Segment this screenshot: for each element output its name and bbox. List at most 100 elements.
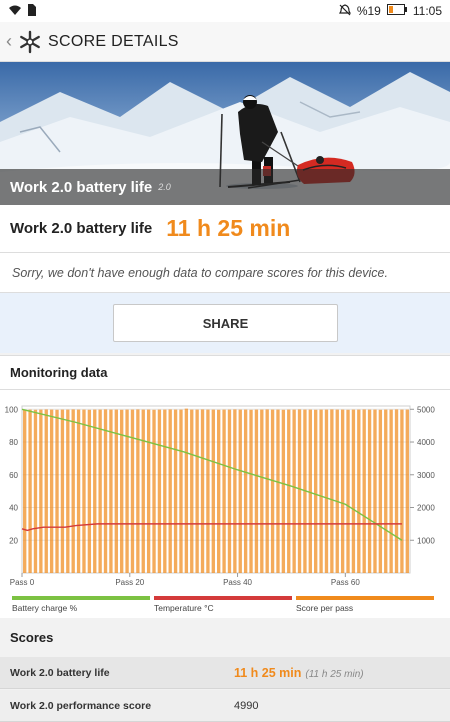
bar (389, 409, 393, 573)
bar (330, 409, 334, 573)
share-button[interactable]: SHARE (113, 304, 338, 342)
legend-label: Temperature °C (154, 603, 214, 613)
hero-caption: Work 2.0 battery life 2.0 (0, 169, 450, 205)
hero-title: Work 2.0 battery life (10, 178, 153, 196)
y-right-tick-label: 3000 (417, 471, 435, 480)
bar (66, 409, 70, 573)
bar (405, 409, 409, 573)
x-tick-label: Pass 60 (331, 578, 360, 587)
y-right-tick-label: 1000 (417, 536, 435, 545)
x-tick-label: Pass 40 (223, 578, 252, 587)
score-row-performance: Work 2.0 performance score 4990 (0, 690, 450, 722)
bar (157, 409, 162, 573)
x-tick-label: Pass 0 (10, 578, 35, 587)
bar (39, 409, 43, 573)
hero-banner: Work 2.0 battery life 2.0 (0, 62, 450, 205)
logo-icon (18, 30, 42, 54)
bar (93, 409, 97, 573)
bar (335, 409, 339, 573)
bar (340, 409, 345, 573)
legend-label: Battery charge % (12, 603, 78, 613)
score-row-value-main: 4990 (234, 699, 259, 712)
bar (163, 409, 167, 573)
bar (179, 409, 183, 573)
bar (324, 409, 329, 573)
bar (281, 409, 286, 573)
bar (238, 409, 242, 573)
legend-swatch (12, 596, 150, 600)
bar (260, 409, 264, 573)
bar (103, 409, 108, 573)
x-tick-label: Pass 20 (115, 578, 144, 587)
score-value: 11 h 25 min (166, 215, 291, 241)
bar (265, 409, 269, 573)
bar (297, 409, 302, 573)
bar (287, 409, 291, 573)
bar (168, 409, 172, 573)
bar (373, 409, 377, 573)
score-label: Work 2.0 battery life (10, 220, 153, 237)
bar (60, 409, 65, 573)
y-left-tick-label: 60 (9, 471, 18, 480)
clock: 11:05 (412, 4, 442, 18)
score-row-value-sub: (11 h 25 min) (305, 668, 364, 680)
bar (125, 409, 129, 573)
bar (82, 409, 86, 573)
status-right: %19 11:05 (338, 3, 442, 19)
scores-title: Scores (0, 618, 450, 656)
bar (362, 409, 366, 573)
bar (71, 409, 75, 573)
legend-swatch (154, 596, 292, 600)
bar (55, 409, 59, 573)
score-row-battery-life: Work 2.0 battery life 11 h 25 min (11 h … (0, 657, 450, 689)
page-title: SCORE DETAILS (48, 32, 179, 50)
bar (222, 409, 226, 573)
monitoring-title: Monitoring data (0, 355, 450, 390)
score-card: Work 2.0 battery life 11 h 25 min (0, 205, 450, 253)
bar (49, 409, 54, 573)
bar (76, 409, 81, 573)
score-row-label: Work 2.0 performance score (10, 699, 152, 712)
bar (184, 408, 189, 573)
bar (378, 409, 383, 573)
bar (367, 409, 372, 573)
compare-note: Sorry, we don't have enough data to comp… (0, 253, 450, 293)
score-row-value: 4990 (234, 700, 258, 712)
status-bar: %19 11:05 (0, 0, 450, 22)
y-right-tick-label: 2000 (417, 504, 435, 513)
bar (33, 409, 38, 573)
bar (308, 409, 312, 573)
bar (346, 409, 350, 573)
bar (130, 409, 135, 573)
y-right-tick-label: 5000 (417, 405, 435, 414)
back-icon[interactable]: ‹ (2, 31, 16, 52)
score-row-value-main: 11 h 25 min (234, 665, 302, 680)
bar (98, 409, 102, 573)
bar (146, 409, 151, 573)
chart-svg: 20 40 60 80 100 1000 2000 3000 4000 5000 Pass 0 Pas… (5, 405, 436, 613)
bar (44, 409, 48, 573)
y-left-tick-label: 100 (5, 405, 19, 414)
bar (400, 409, 404, 573)
bar (152, 409, 156, 573)
hero-version: 2.0 (158, 182, 171, 192)
bar (87, 409, 92, 573)
battery-icon (386, 4, 407, 18)
bar (173, 409, 178, 573)
bar (384, 409, 388, 573)
bar (233, 409, 237, 573)
bar (243, 409, 248, 573)
y-left-tick-label: 40 (9, 504, 18, 513)
share-area: SHARE (0, 293, 450, 353)
bar (217, 409, 221, 573)
legend-label: Score per pass (296, 603, 353, 613)
score-row-label: Work 2.0 battery life (10, 666, 110, 679)
bar (249, 409, 253, 573)
bar (319, 409, 323, 573)
mute-icon (338, 3, 351, 19)
bar (254, 409, 259, 573)
y-left-tick-label: 80 (9, 438, 18, 447)
bar (195, 409, 199, 573)
monitoring-chart: 20 40 60 80 100 1000 2000 3000 4000 5000 Pass 0 Pas… (0, 390, 450, 618)
bar (314, 409, 318, 573)
